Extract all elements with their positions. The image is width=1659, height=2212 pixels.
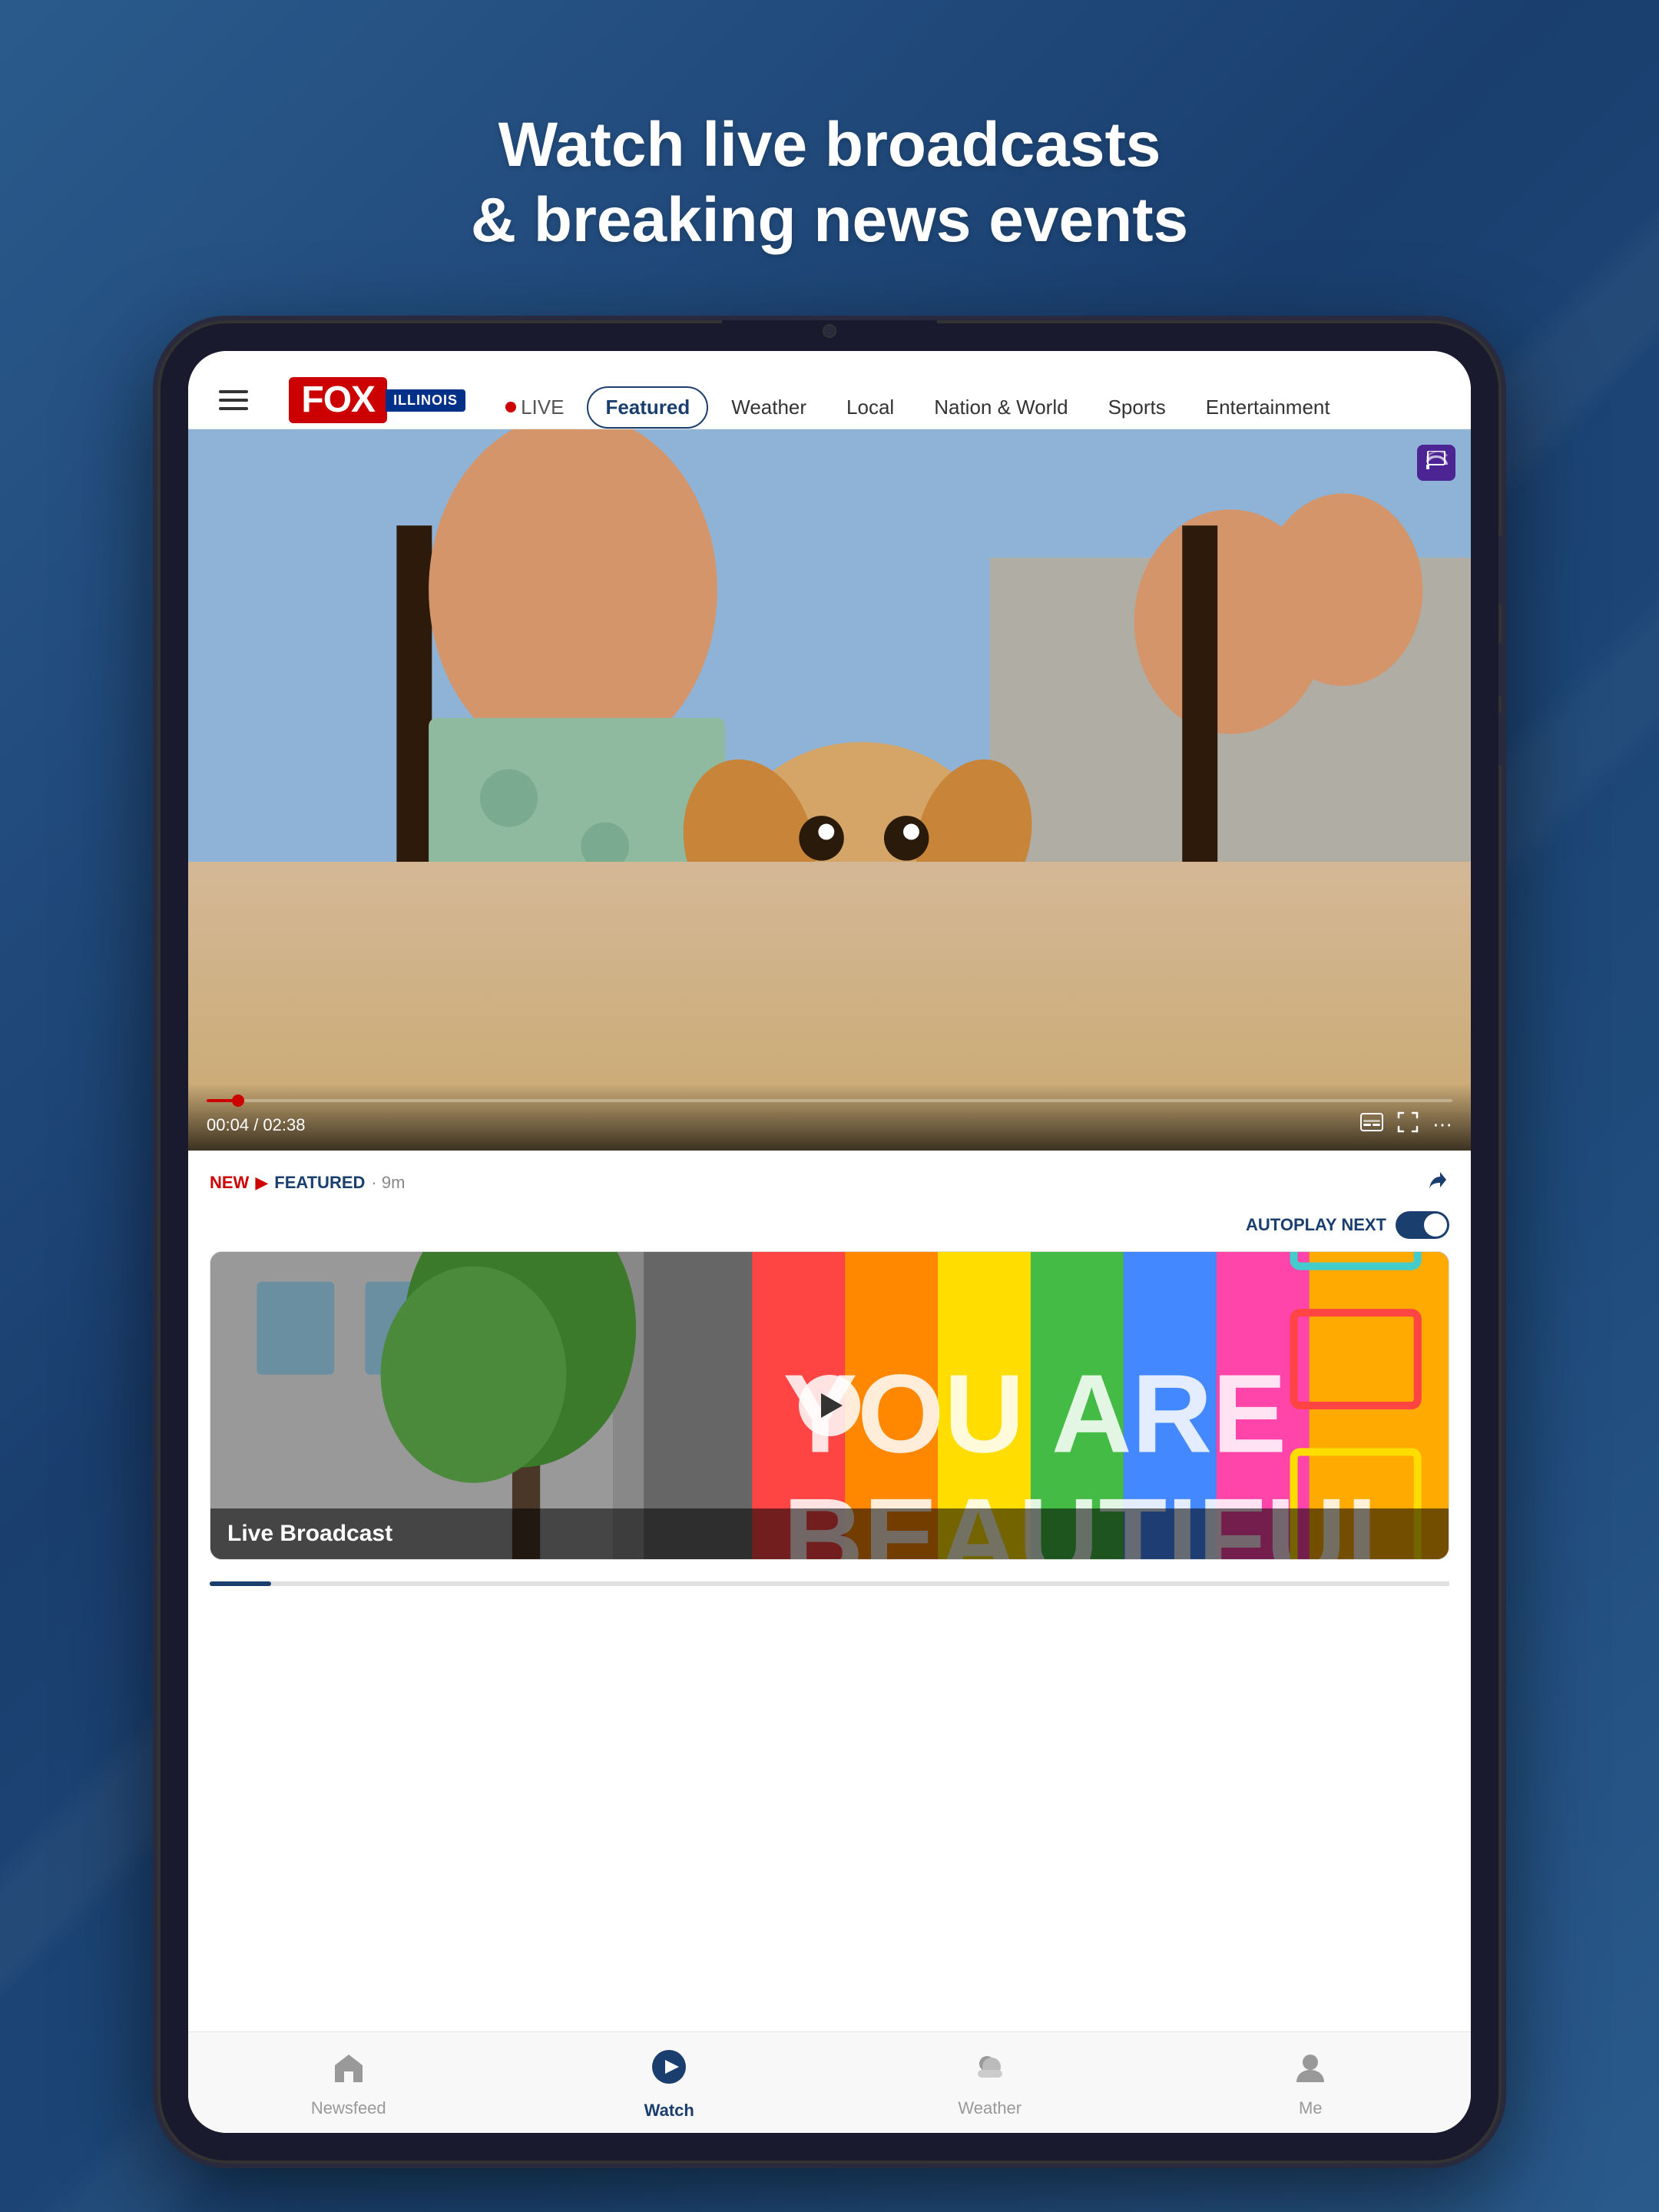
tab-entertainment-label: Entertainment <box>1206 396 1330 419</box>
video-thumbnail-dog <box>188 429 1471 1151</box>
weather-icon <box>973 2050 1007 2092</box>
tablet-camera <box>823 324 836 338</box>
hamburger-line <box>219 390 248 393</box>
tab-nation-world-label: Nation & World <box>934 396 1068 419</box>
power-button[interactable] <box>1498 535 1502 604</box>
bottom-nav: Newsfeed Watch <box>188 2032 1471 2133</box>
app-content[interactable]: 00:04 / 02:38 <box>188 429 1471 2032</box>
video-progress-bar[interactable] <box>207 1099 1452 1102</box>
page-headline: Watch live broadcasts & breaking news ev… <box>471 108 1188 259</box>
autoplay-label: AUTOPLAY NEXT <box>1246 1215 1386 1235</box>
video-current-time: 00:04 <box>207 1115 249 1134</box>
nav-newsfeed-label: Newsfeed <box>311 2098 386 2118</box>
video-time-row: 00:04 / 02:38 <box>207 1111 1452 1138</box>
video-progress-dot <box>232 1094 244 1107</box>
play-button-overlay[interactable] <box>799 1375 860 1436</box>
video-card-mural[interactable]: YOU ARE BEAUTIFUL Live Broadcast <box>210 1251 1449 1560</box>
tab-sports-label: Sports <box>1108 396 1166 419</box>
toggle-knob <box>1424 1214 1447 1237</box>
tab-local[interactable]: Local <box>830 388 911 427</box>
tablet-top-bar <box>722 320 937 342</box>
tab-nation-world[interactable]: Nation & World <box>917 388 1084 427</box>
scroll-indicator-bar <box>210 1581 271 1586</box>
dog-scene-svg <box>188 429 1471 1151</box>
tab-sports[interactable]: Sports <box>1091 388 1183 427</box>
video-time-display: 00:04 / 02:38 <box>207 1115 305 1135</box>
video-time-separator: / <box>253 1115 263 1134</box>
hamburger-button[interactable] <box>219 390 248 410</box>
cast-icon[interactable] <box>1417 445 1455 481</box>
nav-weather-label: Weather <box>958 2098 1022 2118</box>
fox-illinois-text: ILLINOIS <box>386 389 465 412</box>
article-age: 9m <box>382 1173 406 1192</box>
app-screen: FOX ILLINOIS LIVE Featured Weather Local <box>188 351 1471 2133</box>
video-icon-group: ⋯ <box>1360 1111 1452 1138</box>
nav-item-watch[interactable]: Watch <box>509 2048 830 2121</box>
tab-entertainment[interactable]: Entertainment <box>1189 388 1347 427</box>
nav-watch-label: Watch <box>644 2101 694 2121</box>
hamburger-line <box>219 399 248 402</box>
scroll-indicator <box>210 1581 1449 1586</box>
video-controls: 00:04 / 02:38 <box>188 1084 1471 1151</box>
nav-item-weather[interactable]: Weather <box>830 2050 1151 2118</box>
subtitle-icon[interactable] <box>1360 1113 1383 1137</box>
nav-me-label: Me <box>1299 2098 1323 2118</box>
autoplay-toggle[interactable] <box>1396 1211 1449 1239</box>
tag-time: · 9m <box>371 1173 405 1193</box>
article-meta: NEW ▶ FEATURED · 9m <box>188 1151 1471 1205</box>
article-tags: NEW ▶ FEATURED · 9m <box>210 1173 405 1193</box>
nav-item-me[interactable]: Me <box>1151 2050 1472 2118</box>
home-icon <box>332 2050 366 2092</box>
video-card-thumbnail: YOU ARE BEAUTIFUL Live Broadcast <box>210 1252 1449 1559</box>
fullscreen-icon[interactable] <box>1397 1111 1419 1138</box>
share-button[interactable] <box>1425 1167 1449 1197</box>
video-progress-fill <box>207 1099 238 1102</box>
tag-featured: FEATURED <box>274 1173 365 1193</box>
live-dot-icon <box>505 402 516 412</box>
fox-logo-text: FOX <box>289 377 387 423</box>
tag-arrow-icon: ▶ <box>255 1173 268 1193</box>
nav-tabs: LIVE Featured Weather Local Nation & Wor… <box>465 373 1370 429</box>
me-icon <box>1293 2050 1327 2092</box>
hamburger-line <box>219 407 248 410</box>
nav-item-newsfeed[interactable]: Newsfeed <box>188 2050 509 2118</box>
tab-featured-label: Featured <box>605 396 690 419</box>
app-header: FOX ILLINOIS LIVE Featured Weather Local <box>188 351 1471 429</box>
tab-weather[interactable]: Weather <box>714 388 823 427</box>
fox-logo: FOX ILLINOIS <box>289 377 465 423</box>
volume-down-button[interactable] <box>1498 712 1502 766</box>
tag-new: NEW <box>210 1173 249 1193</box>
autoplay-row: AUTOPLAY NEXT <box>188 1205 1471 1251</box>
tab-featured[interactable]: Featured <box>587 386 708 429</box>
video-card-title-overlay: Live Broadcast <box>210 1508 1449 1559</box>
tab-local-label: Local <box>846 396 894 419</box>
tab-weather-label: Weather <box>731 396 806 419</box>
tablet-device: FOX ILLINOIS LIVE Featured Weather Local <box>157 320 1502 2164</box>
tab-live-label: LIVE <box>521 396 564 419</box>
volume-up-button[interactable] <box>1498 643 1502 697</box>
video-card-title: Live Broadcast <box>227 1521 392 1546</box>
more-options-icon[interactable]: ⋯ <box>1432 1113 1452 1137</box>
play-arrow-icon <box>821 1393 843 1418</box>
video-player[interactable]: 00:04 / 02:38 <box>188 429 1471 1151</box>
video-total-time: 02:38 <box>263 1115 305 1134</box>
tab-live[interactable]: LIVE <box>488 388 581 427</box>
watch-icon <box>650 2048 688 2094</box>
